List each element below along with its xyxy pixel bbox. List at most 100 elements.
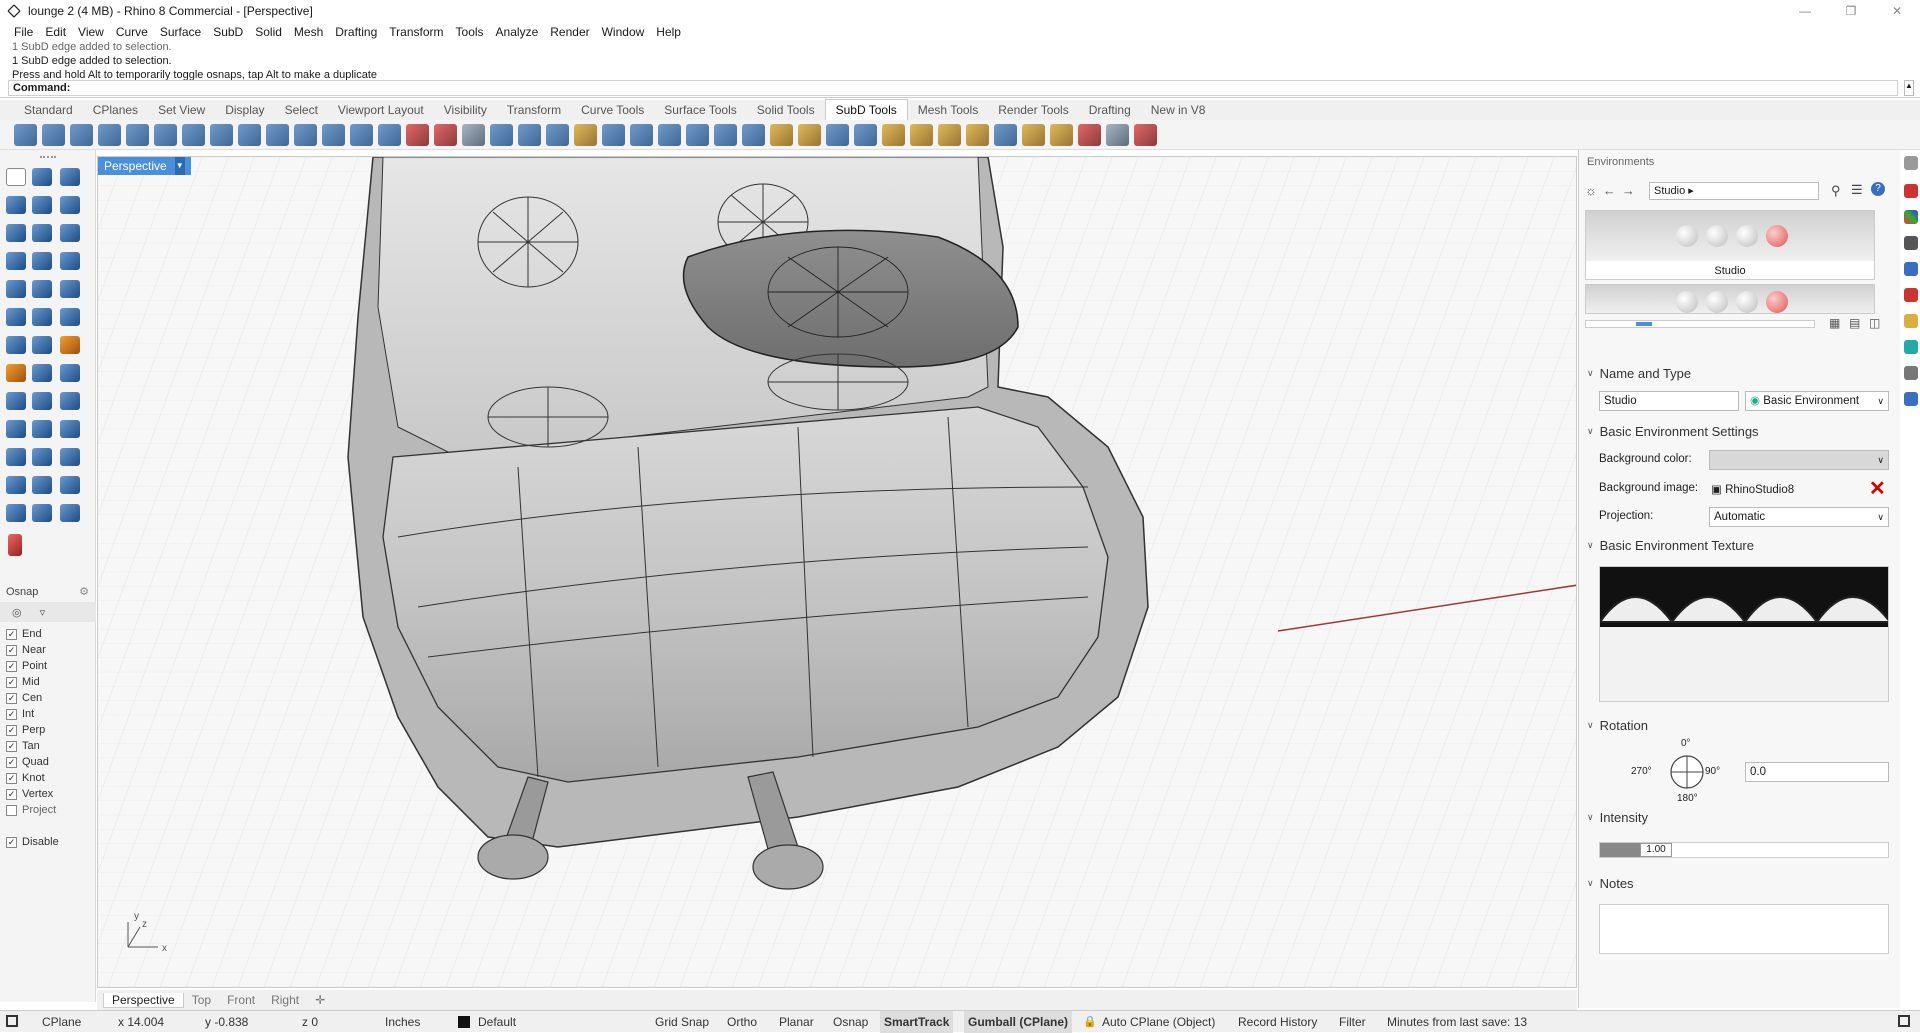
menu-drafting[interactable]: Drafting (329, 22, 383, 42)
filter-icon[interactable]: ▿ (40, 606, 46, 619)
minimize-button[interactable]: — (1782, 0, 1828, 22)
subd-tool-icon[interactable] (294, 123, 317, 146)
subd-tool-icon[interactable] (770, 123, 793, 146)
target-icon[interactable]: ◎ (12, 606, 22, 619)
gear-icon[interactable] (1904, 156, 1918, 170)
viewport-label[interactable]: Perspective ▼ (98, 157, 191, 175)
tool-icon[interactable] (32, 364, 52, 382)
subd-tool-icon[interactable] (98, 123, 121, 146)
status-units[interactable]: Inches (385, 1011, 420, 1033)
checkbox[interactable]: ✓ (6, 836, 17, 848)
close-button[interactable]: ✕ (1874, 0, 1920, 22)
filter-toggle[interactable]: Filter (1339, 1011, 1366, 1033)
tool-icon[interactable] (60, 392, 80, 410)
subd-tool-icon[interactable] (1050, 123, 1073, 146)
subd-tool-icon[interactable] (462, 123, 485, 146)
tool-icon[interactable] (32, 504, 52, 522)
subd-tool-icon[interactable] (602, 123, 625, 146)
menu-subd[interactable]: SubD (207, 22, 249, 42)
tab-render-tools[interactable]: Render Tools (988, 100, 1079, 120)
tab-standard[interactable]: Standard (14, 100, 83, 120)
tab-solid-tools[interactable]: Solid Tools (747, 100, 825, 120)
tab-top[interactable]: Top (184, 993, 219, 1007)
display-icon[interactable] (1904, 236, 1918, 250)
subd-tool-icon[interactable] (1106, 123, 1129, 146)
ortho-toggle[interactable]: Ortho (727, 1011, 757, 1033)
tool-icon[interactable] (6, 420, 26, 438)
osnap-toggle[interactable]: Osnap (833, 1011, 868, 1033)
checkbox[interactable]: ✓ (6, 740, 17, 752)
tab-perspective[interactable]: Perspective (103, 992, 184, 1008)
section-texture[interactable]: ∨ Basic Environment Texture (1587, 538, 1754, 553)
env-breadcrumb[interactable]: Studio ▸ (1649, 182, 1819, 200)
tool-icon[interactable] (6, 364, 26, 382)
subd-tool-icon[interactable] (434, 123, 457, 146)
tool-icon[interactable] (32, 308, 52, 326)
subd-tool-icon[interactable] (826, 123, 849, 146)
tool-icon[interactable] (6, 224, 26, 242)
tool-icon[interactable] (6, 448, 26, 466)
tool-icon[interactable] (32, 224, 52, 242)
osnap-cen[interactable]: ✓ Cen (6, 692, 42, 704)
tool-icon[interactable] (32, 336, 52, 354)
subd-tool-icon[interactable] (182, 123, 205, 146)
section-notes[interactable]: ∨ Notes (1587, 876, 1634, 891)
subd-tool-icon[interactable] (154, 123, 177, 146)
tab-display[interactable]: Display (215, 100, 274, 120)
env-name-field[interactable]: Studio (1599, 391, 1739, 411)
checkbox[interactable]: ✓ (6, 724, 17, 736)
section-rotation[interactable]: ∨ Rotation (1587, 718, 1648, 733)
materials-icon[interactable] (1904, 210, 1918, 224)
osnap-end[interactable]: ✓ End (6, 628, 42, 640)
tab-right[interactable]: Right (263, 993, 307, 1007)
render-icon[interactable] (1904, 262, 1918, 276)
texture-preview[interactable] (1599, 566, 1889, 702)
checkbox[interactable]: ✓ (6, 644, 17, 656)
menu-view[interactable]: View (72, 22, 110, 42)
subd-tool-icon[interactable] (882, 123, 905, 146)
subd-tool-icon[interactable] (630, 123, 653, 146)
tab-select[interactable]: Select (275, 100, 328, 120)
tool-icon[interactable] (6, 196, 26, 214)
command-input[interactable]: Command: (8, 80, 1898, 96)
viewport-title[interactable]: Perspective (104, 157, 167, 175)
env-thumb-studio[interactable]: Studio (1585, 210, 1875, 280)
subd-tool-icon[interactable] (406, 123, 429, 146)
tab-visibility[interactable]: Visibility (434, 100, 497, 120)
menu-surface[interactable]: Surface (154, 22, 207, 42)
tab-drafting[interactable]: Drafting (1079, 100, 1141, 120)
subd-tool-icon[interactable] (658, 123, 681, 146)
help-panel-icon[interactable] (1904, 392, 1918, 406)
tool-icon[interactable] (8, 534, 22, 556)
subd-tool-icon[interactable] (1022, 123, 1045, 146)
grid-view-icon[interactable]: ▦ (1829, 316, 1840, 330)
subd-tool-icon[interactable] (546, 123, 569, 146)
gumball-toggle[interactable]: Gumball (CPlane) (964, 1011, 1073, 1033)
subd-tool-icon[interactable] (518, 123, 541, 146)
tool-icon[interactable] (60, 476, 80, 494)
list-view-icon[interactable]: ▤ (1849, 316, 1860, 330)
search-icon[interactable]: ⚲ (1831, 183, 1841, 199)
menu-analyze[interactable]: Analyze (490, 22, 545, 42)
tab-transform[interactable]: Transform (497, 100, 571, 120)
osnap-perp[interactable]: ✓ Perp (6, 724, 45, 736)
notes-textarea[interactable] (1599, 904, 1889, 954)
menu-solid[interactable]: Solid (249, 22, 288, 42)
subd-tool-icon[interactable] (238, 123, 261, 146)
tool-icon[interactable] (32, 252, 52, 270)
subd-tool-icon[interactable] (686, 123, 709, 146)
status-cplane[interactable]: CPlane (42, 1011, 81, 1033)
tool-icon[interactable] (60, 504, 80, 522)
subd-tool-icon[interactable] (910, 123, 933, 146)
add-viewport-icon[interactable]: ✛ (307, 993, 333, 1007)
subd-tool-icon[interactable] (322, 123, 345, 146)
checkbox[interactable]: ✓ (6, 676, 17, 688)
projection-select[interactable]: Automatic ∨ (1709, 507, 1889, 527)
lights-icon[interactable] (1904, 314, 1918, 328)
tool-icon[interactable] (6, 392, 26, 410)
osnap-vertex[interactable]: ✓ Vertex (6, 788, 53, 800)
osnap-quad[interactable]: ✓ Quad (6, 756, 49, 768)
status-layer[interactable]: Default (478, 1011, 516, 1033)
tool-icon[interactable] (60, 280, 80, 298)
subd-tool-icon[interactable] (126, 123, 149, 146)
